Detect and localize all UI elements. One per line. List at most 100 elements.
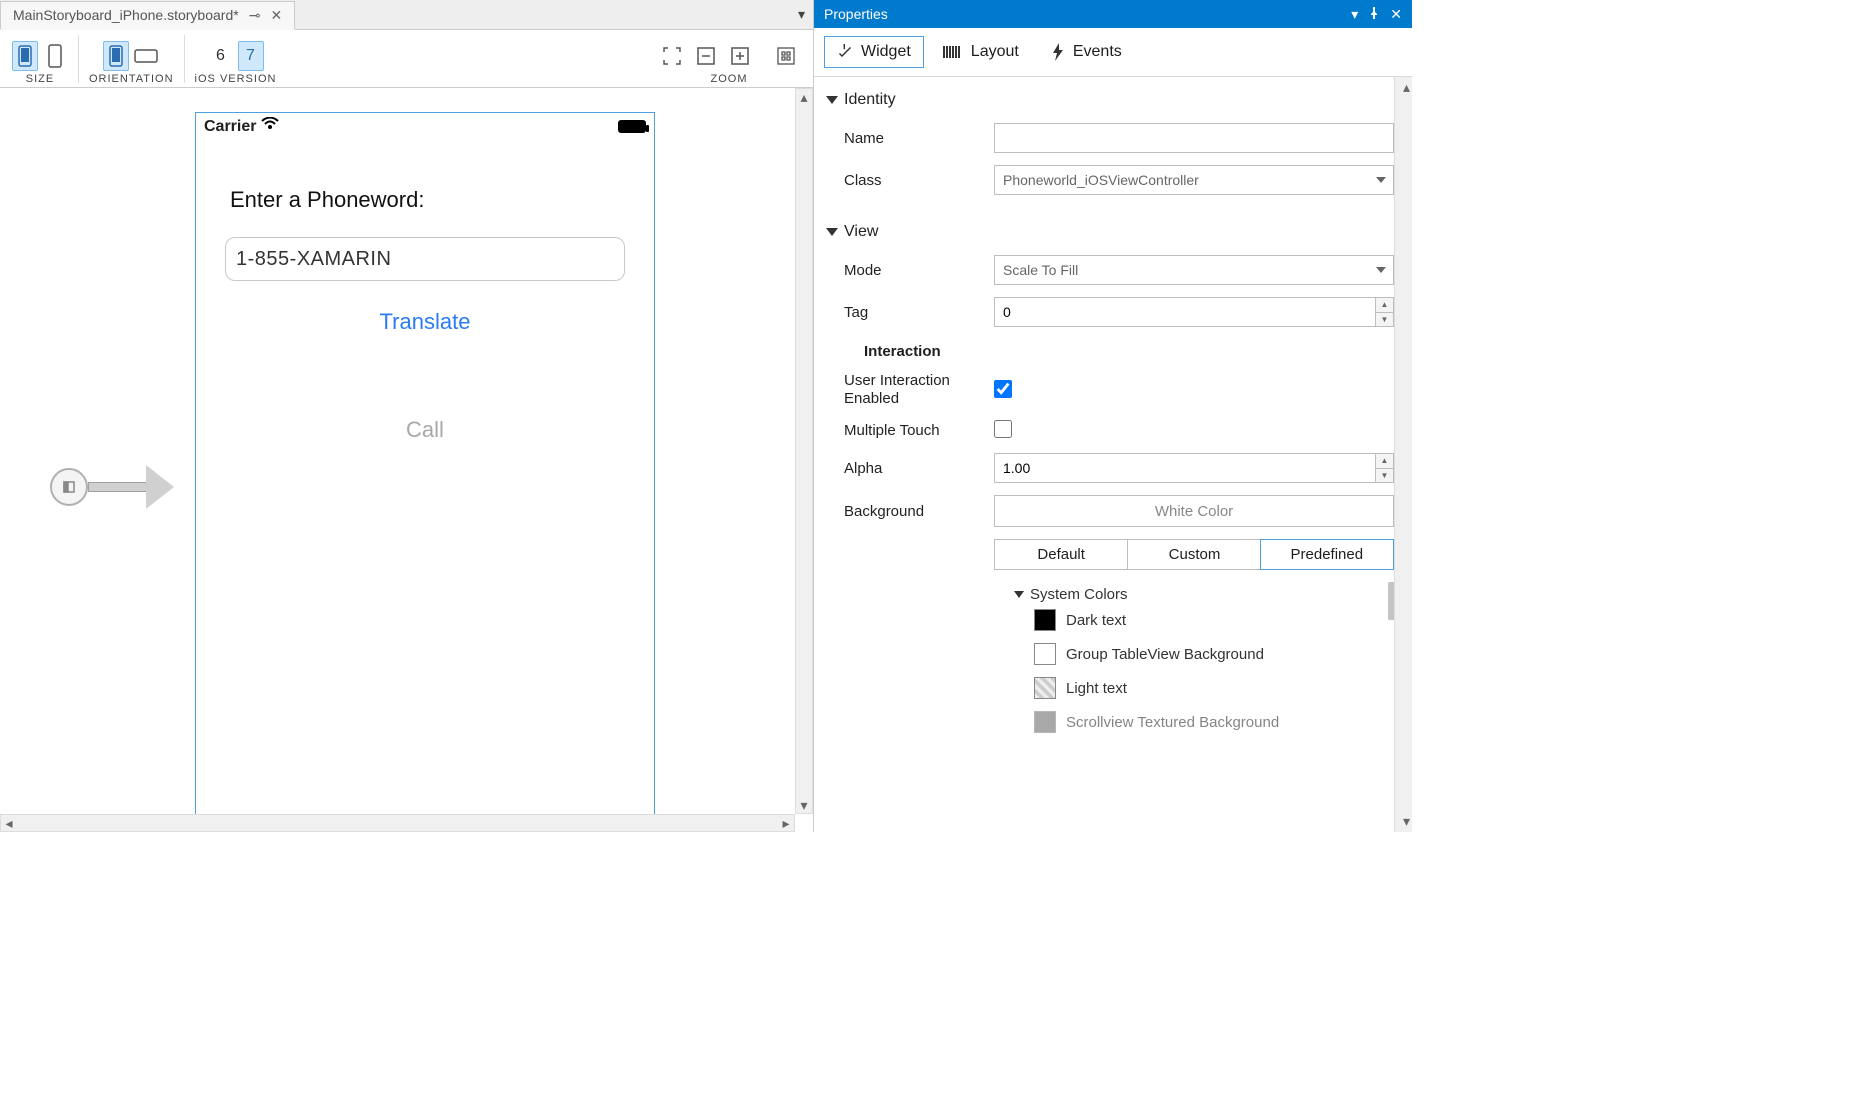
row-background: Background White Color bbox=[824, 489, 1394, 533]
color-name: Dark text bbox=[1066, 612, 1126, 629]
zoom-fit-icon[interactable] bbox=[657, 41, 687, 71]
syscolors-toggle[interactable]: System Colors bbox=[1014, 586, 1394, 603]
row-tag: Tag ▲▼ bbox=[824, 291, 1394, 333]
ios6-button[interactable]: 6 bbox=[208, 41, 234, 71]
row-class: Class bbox=[824, 159, 1394, 201]
iosversion-caption: iOS VERSION bbox=[195, 73, 277, 85]
document-tab[interactable]: MainStoryboard_iPhone.storyboard* ⊸ ✕ bbox=[0, 1, 295, 30]
color-swatch-icon bbox=[1034, 677, 1056, 699]
zoom-out-icon[interactable] bbox=[691, 41, 721, 71]
color-item[interactable]: Group TableView Background bbox=[1014, 637, 1394, 671]
mode-select[interactable] bbox=[994, 255, 1394, 285]
scroll-up-icon[interactable]: ▴ bbox=[796, 89, 812, 105]
step-up-icon[interactable]: ▲ bbox=[1376, 454, 1393, 469]
color-swatch-icon bbox=[1034, 711, 1056, 733]
caret-down-icon bbox=[826, 96, 838, 104]
uie-checkbox[interactable] bbox=[994, 380, 1012, 398]
call-button[interactable]: Call bbox=[196, 389, 654, 451]
scroll-down-icon[interactable]: ▾ bbox=[796, 797, 812, 813]
zoom-group: ZOOM bbox=[653, 37, 805, 87]
pin-icon[interactable]: ⊸ bbox=[249, 7, 261, 24]
mt-checkbox[interactable] bbox=[994, 420, 1012, 438]
mode-label: Mode bbox=[844, 262, 994, 279]
step-down-icon[interactable]: ▼ bbox=[1376, 469, 1393, 483]
row-colorsource: Default Custom Predefined bbox=[824, 533, 1394, 576]
step-down-icon[interactable]: ▼ bbox=[1376, 313, 1393, 327]
step-up-icon[interactable]: ▲ bbox=[1376, 298, 1393, 313]
initial-viewcontroller-arrow[interactable] bbox=[50, 468, 148, 506]
color-name: Group TableView Background bbox=[1066, 646, 1264, 663]
constraints-icon[interactable] bbox=[771, 41, 801, 71]
scroll-right-icon[interactable]: ▸ bbox=[778, 815, 794, 831]
mt-label: Multiple Touch bbox=[844, 422, 994, 439]
color-swatch-icon bbox=[1034, 609, 1056, 631]
properties-title: Properties bbox=[824, 6, 888, 22]
color-name: Scrollview Textured Background bbox=[1066, 714, 1279, 731]
window-menu-icon[interactable]: ▾ bbox=[1351, 6, 1358, 23]
color-item[interactable]: Dark text bbox=[1014, 603, 1394, 637]
tab-widget[interactable]: Widget bbox=[824, 36, 924, 68]
ios-version-group: 6 7 iOS VERSION bbox=[191, 37, 281, 87]
tab-layout[interactable]: Layout bbox=[930, 36, 1032, 68]
size-caption: SIZE bbox=[26, 73, 54, 85]
carrier-label: Carrier bbox=[204, 118, 256, 135]
seg-default[interactable]: Default bbox=[995, 540, 1127, 569]
designer-panel: MainStoryboard_iPhone.storyboard* ⊸ ✕ ▾ … bbox=[0, 0, 814, 832]
phoneword-input[interactable] bbox=[225, 237, 625, 281]
seg-predefined[interactable]: Predefined bbox=[1260, 539, 1394, 570]
scroll-left-icon[interactable]: ◂ bbox=[1, 815, 17, 831]
name-input[interactable] bbox=[994, 123, 1394, 153]
design-canvas[interactable]: Carrier Enter a Phoneword: Translate Cal… bbox=[0, 88, 795, 814]
divider bbox=[78, 35, 79, 83]
tag-input[interactable] bbox=[994, 297, 1394, 327]
orientation-portrait-button[interactable] bbox=[103, 41, 129, 71]
properties-tabs: Widget Layout Events bbox=[814, 28, 1412, 77]
tag-stepper[interactable]: ▲▼ bbox=[1375, 298, 1393, 326]
scroll-down-icon[interactable]: ▾ bbox=[1403, 813, 1410, 830]
size-small-button[interactable] bbox=[12, 41, 38, 71]
section-view-label: View bbox=[844, 223, 878, 241]
section-view[interactable]: View bbox=[824, 215, 1394, 249]
row-name: Name bbox=[824, 117, 1394, 159]
color-item[interactable]: Scrollview Textured Background bbox=[1014, 705, 1394, 739]
syscolors-label: System Colors bbox=[1030, 586, 1128, 603]
tab-events[interactable]: Events bbox=[1038, 36, 1135, 68]
size-group: SIZE bbox=[8, 37, 72, 87]
translate-button[interactable]: Translate bbox=[196, 281, 654, 343]
alpha-input[interactable] bbox=[994, 453, 1394, 483]
window-pin-icon[interactable] bbox=[1368, 6, 1380, 23]
class-select[interactable] bbox=[994, 165, 1394, 195]
ios7-button[interactable]: 7 bbox=[238, 41, 264, 71]
background-color-button[interactable]: White Color bbox=[994, 495, 1394, 527]
scroll-up-icon[interactable]: ▴ bbox=[1403, 79, 1410, 96]
class-label: Class bbox=[844, 172, 994, 189]
colorsource-segmented: Default Custom Predefined bbox=[994, 539, 1394, 570]
section-identity[interactable]: Identity bbox=[824, 83, 1394, 117]
alpha-stepper[interactable]: ▲▼ bbox=[1375, 454, 1393, 482]
color-item[interactable]: Light text bbox=[1014, 671, 1394, 705]
row-mode: Mode bbox=[824, 249, 1394, 291]
properties-vertical-scrollbar[interactable]: ▴ ▾ bbox=[1394, 77, 1412, 832]
device-frame[interactable]: Carrier Enter a Phoneword: Translate Cal… bbox=[195, 112, 655, 814]
background-label: Background bbox=[844, 503, 994, 520]
close-icon[interactable]: ✕ bbox=[270, 7, 282, 24]
size-large-button[interactable] bbox=[42, 41, 68, 71]
window-close-icon[interactable]: ✕ bbox=[1390, 6, 1402, 23]
tab-events-label: Events bbox=[1073, 43, 1122, 61]
caret-down-icon bbox=[1014, 591, 1024, 598]
segue-origin-icon bbox=[50, 468, 88, 506]
canvas-vertical-scrollbar[interactable]: ▴ ▾ bbox=[795, 88, 813, 814]
row-multipletouch: Multiple Touch bbox=[824, 414, 1394, 447]
tab-overflow-icon[interactable]: ▾ bbox=[790, 6, 813, 23]
properties-panel: Properties ▾ ✕ Widget Layout Events Iden… bbox=[814, 0, 1412, 832]
document-tab-title: MainStoryboard_iPhone.storyboard* bbox=[13, 7, 239, 23]
seg-custom[interactable]: Custom bbox=[1127, 540, 1260, 569]
canvas-horizontal-scrollbar[interactable]: ◂ ▸ bbox=[0, 814, 795, 832]
zoom-in-icon[interactable] bbox=[725, 41, 755, 71]
status-bar: Carrier bbox=[196, 113, 654, 139]
row-alpha: Alpha ▲▼ bbox=[824, 447, 1394, 489]
properties-body[interactable]: Identity Name Class View Mode Tag bbox=[814, 77, 1412, 832]
orientation-landscape-button[interactable] bbox=[133, 41, 159, 71]
status-carrier: Carrier bbox=[204, 117, 279, 136]
row-uie: User Interaction Enabled bbox=[824, 366, 1394, 414]
